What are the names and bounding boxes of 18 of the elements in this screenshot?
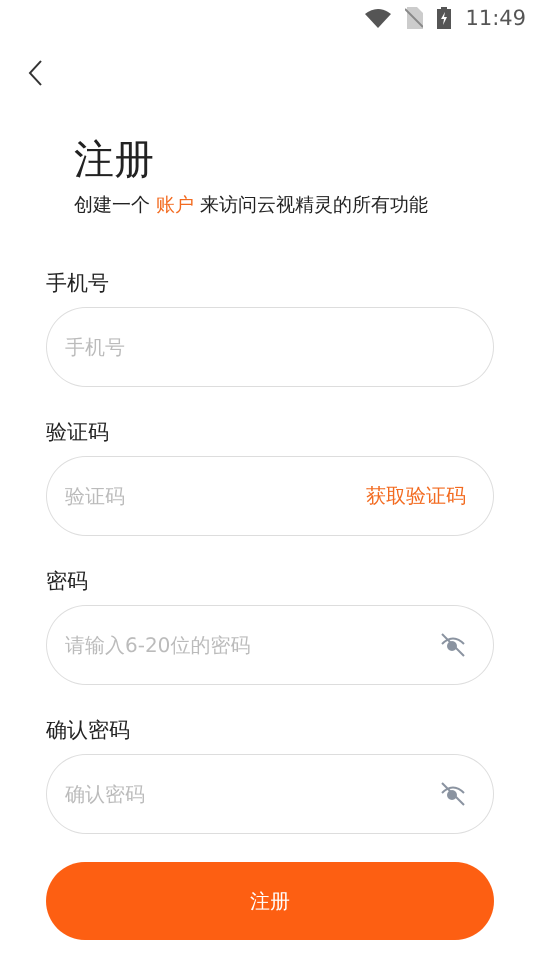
no-sim-icon — [405, 7, 424, 29]
wifi-icon — [365, 8, 392, 28]
register-button[interactable]: 注册 — [46, 862, 494, 940]
input-field[interactable]: 请输入6-20位的密码 — [46, 605, 494, 685]
get-code-button[interactable]: 获取验证码 — [366, 482, 466, 510]
input-field[interactable]: 手机号 — [46, 307, 494, 387]
field-label: 手机号 — [46, 270, 110, 297]
eye-off-icon[interactable] — [440, 782, 466, 806]
eye-off-icon[interactable] — [440, 633, 466, 657]
page-title: 注册 — [74, 136, 154, 185]
field-label: 验证码 — [46, 419, 110, 446]
field-label: 确认密码 — [46, 717, 131, 744]
status-time: 11:49 — [465, 6, 526, 30]
account-link[interactable]: 账户 — [156, 194, 194, 216]
battery-charging-icon — [437, 7, 452, 29]
field-label: 密码 — [46, 568, 89, 595]
subtitle: 创建一个 账户 来访问云视精灵的所有功能 — [74, 193, 428, 218]
input-field[interactable]: 确认密码 — [46, 754, 494, 834]
